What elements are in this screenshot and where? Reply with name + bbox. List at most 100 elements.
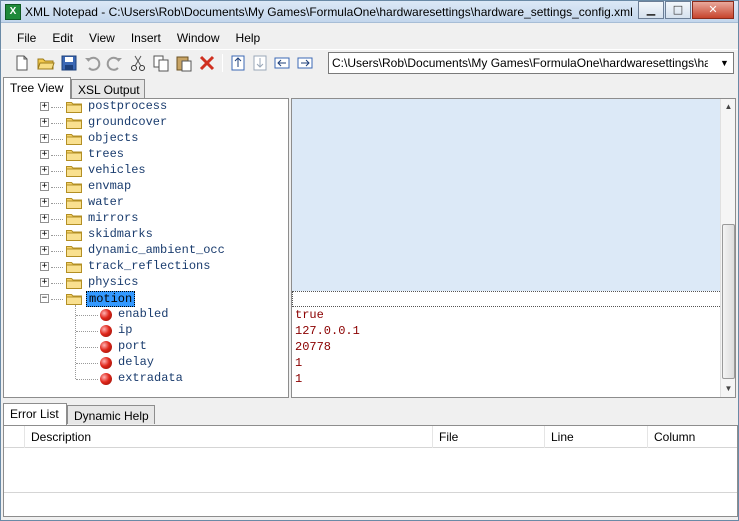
tree-node-objects[interactable]: + objects: [4, 131, 288, 147]
tree-node-physics[interactable]: + physics: [4, 275, 288, 291]
attribute-value-extradata[interactable]: 1: [295, 372, 302, 386]
tree-attribute-label: enabled: [118, 307, 169, 321]
tree-connector: [51, 187, 63, 188]
tree-attribute-delay[interactable]: delay: [4, 355, 288, 371]
tree-node-label: vehicles: [88, 163, 146, 177]
menu-view[interactable]: View: [81, 28, 123, 48]
tree-node-groundcover[interactable]: + groundcover: [4, 115, 288, 131]
column-file[interactable]: File: [432, 426, 544, 448]
scrollbar-thumb[interactable]: [722, 224, 735, 379]
scroll-up-icon[interactable]: ▲: [721, 99, 735, 115]
delete-icon[interactable]: [198, 54, 216, 72]
app-icon: X: [5, 4, 21, 20]
tree-connector: [51, 251, 63, 252]
expand-toggle[interactable]: +: [40, 230, 49, 239]
expand-toggle[interactable]: +: [40, 134, 49, 143]
tree-attribute-label: ip: [118, 323, 133, 337]
node-value-pane[interactable]: ▲ ▼ true 127.0.0.1 20778 1 1: [291, 98, 736, 398]
error-list-divider: [4, 492, 737, 493]
error-list-header: Description File Line Column: [4, 426, 737, 448]
attribute-value-enabled[interactable]: true: [295, 308, 324, 322]
tree-view-pane[interactable]: + postprocess + groundcover + objects + trees + v…: [3, 98, 289, 398]
xml-notepad-window: X XML Notepad - C:\Users\Rob\Documents\M…: [0, 0, 739, 521]
cut-icon[interactable]: [129, 54, 147, 72]
expand-toggle[interactable]: +: [40, 182, 49, 191]
expand-toggle[interactable]: +: [40, 278, 49, 287]
window-controls: ▁ □ ✕: [637, 1, 734, 19]
tree-node-water[interactable]: + water: [4, 195, 288, 211]
title-bar[interactable]: X XML Notepad - C:\Users\Rob\Documents\M…: [1, 1, 738, 23]
tab-dynamic-help[interactable]: Dynamic Help: [67, 405, 155, 424]
tab-error-list[interactable]: Error List: [3, 403, 67, 425]
tree-connector: [51, 299, 63, 300]
chevron-down-icon[interactable]: ▼: [716, 53, 733, 73]
nudge-left-icon[interactable]: [273, 54, 291, 72]
menu-help[interactable]: Help: [228, 28, 269, 48]
close-button[interactable]: ✕: [692, 1, 734, 19]
open-folder-icon[interactable]: [37, 54, 55, 72]
expand-toggle[interactable]: +: [40, 262, 49, 271]
maximize-button[interactable]: □: [665, 1, 691, 19]
toolbar: C:\Users\Rob\Documents\My Games\FormulaO…: [1, 49, 738, 75]
tree-node-vehicles[interactable]: + vehicles: [4, 163, 288, 179]
selected-value-editor[interactable]: [292, 291, 722, 307]
expand-toggle[interactable]: +: [40, 214, 49, 223]
nudge-down-icon[interactable]: [251, 54, 269, 72]
window-title: XML Notepad - C:\Users\Rob\Documents\My …: [25, 5, 633, 19]
file-path-combobox[interactable]: C:\Users\Rob\Documents\My Games\FormulaO…: [328, 52, 734, 74]
undo-icon[interactable]: [83, 54, 101, 72]
tree-node-postprocess[interactable]: + postprocess: [4, 99, 288, 115]
column-line[interactable]: Line: [544, 426, 647, 448]
redo-icon[interactable]: [106, 54, 124, 72]
expand-toggle[interactable]: +: [40, 166, 49, 175]
folder-icon: [66, 182, 82, 193]
paste-icon[interactable]: [175, 54, 193, 72]
copy-icon[interactable]: [152, 54, 170, 72]
tree-node-label: water: [88, 195, 125, 209]
tree-node-label: trees: [88, 147, 125, 161]
tree-node-envmap[interactable]: + envmap: [4, 179, 288, 195]
tab-tree-view[interactable]: Tree View: [3, 77, 71, 99]
tree-attribute-extradata[interactable]: extradata: [4, 371, 288, 387]
tree-node-track_reflections[interactable]: + track_reflections: [4, 259, 288, 275]
save-icon[interactable]: [60, 54, 78, 72]
collapse-toggle[interactable]: −: [40, 294, 49, 303]
new-file-icon[interactable]: [13, 54, 31, 72]
attribute-icon: [100, 325, 112, 337]
vertical-scrollbar[interactable]: ▲ ▼: [720, 99, 735, 397]
menu-edit[interactable]: Edit: [44, 28, 81, 48]
folder-icon: [66, 214, 82, 225]
tree-node-label: mirrors: [88, 211, 139, 225]
attribute-value-ip[interactable]: 127.0.0.1: [295, 324, 360, 338]
menu-window[interactable]: Window: [169, 28, 228, 48]
attribute-value-delay[interactable]: 1: [295, 356, 302, 370]
folder-icon: [66, 230, 82, 241]
menu-file[interactable]: File: [1, 28, 44, 48]
tree-attribute-enabled[interactable]: enabled: [4, 307, 288, 323]
tree-node-trees[interactable]: + trees: [4, 147, 288, 163]
expand-toggle[interactable]: +: [40, 102, 49, 111]
tab-xsl-output[interactable]: XSL Output: [71, 79, 145, 98]
tree-node-motion[interactable]: − motion: [4, 291, 288, 307]
tree-node-skidmarks[interactable]: + skidmarks: [4, 227, 288, 243]
tree-attribute-port[interactable]: port: [4, 339, 288, 355]
expand-toggle[interactable]: +: [40, 198, 49, 207]
tree-connector: [51, 155, 63, 156]
folder-icon: [66, 118, 82, 129]
menu-insert[interactable]: Insert: [123, 28, 169, 48]
expand-toggle[interactable]: +: [40, 118, 49, 127]
expand-toggle[interactable]: +: [40, 150, 49, 159]
minimize-button[interactable]: ▁: [638, 1, 664, 19]
folder-icon: [66, 294, 82, 305]
nudge-right-icon[interactable]: [296, 54, 314, 72]
scroll-down-icon[interactable]: ▼: [721, 381, 735, 397]
tree-node-label: physics: [88, 275, 139, 289]
tree-node-dynamic_ambient_occ[interactable]: + dynamic_ambient_occ: [4, 243, 288, 259]
tree-attribute-ip[interactable]: ip: [4, 323, 288, 339]
nudge-up-icon[interactable]: [229, 54, 247, 72]
tree-node-mirrors[interactable]: + mirrors: [4, 211, 288, 227]
column-description[interactable]: Description: [24, 426, 432, 448]
attribute-value-port[interactable]: 20778: [295, 340, 331, 354]
expand-toggle[interactable]: +: [40, 246, 49, 255]
column-column[interactable]: Column: [647, 426, 737, 448]
